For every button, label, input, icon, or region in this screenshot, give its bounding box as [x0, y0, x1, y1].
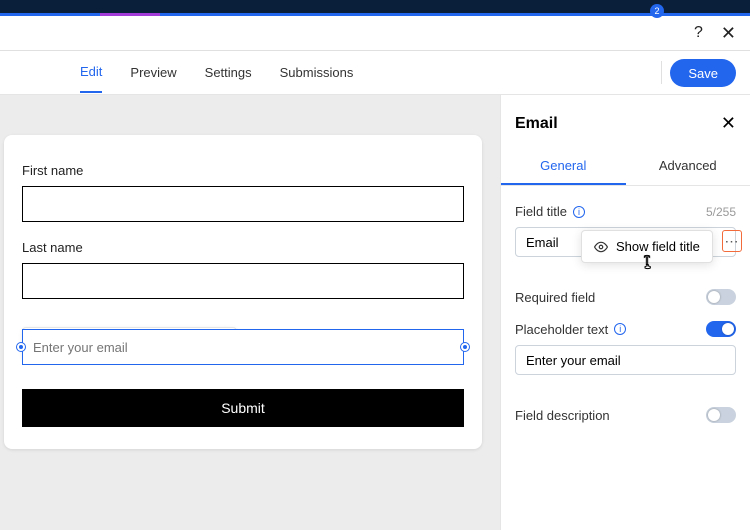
show-field-title-label: Show field title — [616, 239, 700, 254]
email-input[interactable] — [22, 329, 464, 365]
panel-body: Field title i 5/255 Required field Place… — [501, 186, 750, 457]
field-title-counter: 5/255 — [706, 205, 736, 219]
description-label: Field description — [515, 408, 610, 423]
tab-settings[interactable]: Settings — [205, 53, 252, 92]
selection-handle-left[interactable] — [17, 343, 25, 351]
required-toggle[interactable] — [706, 289, 736, 305]
last-name-label: Last name — [22, 240, 464, 255]
form-card: First name Last name ⋮⋮ Settings — [4, 135, 482, 449]
active-tab-indicator — [100, 13, 160, 16]
placeholder-toggle[interactable] — [706, 321, 736, 337]
help-icon[interactable]: ? — [694, 24, 703, 42]
divider — [661, 61, 662, 84]
workspace: First name Last name ⋮⋮ Settings — [0, 95, 750, 530]
submit-button[interactable]: Submit — [22, 389, 464, 427]
first-name-input[interactable] — [22, 186, 464, 222]
selection-handle-right[interactable] — [461, 343, 469, 351]
show-field-title-popover[interactable]: Show field title — [581, 230, 713, 263]
panel-title: Email — [515, 115, 558, 133]
required-field-label: Required field — [515, 290, 595, 305]
field-last-name[interactable]: Last name — [22, 240, 464, 299]
tab-preview[interactable]: Preview — [130, 53, 176, 92]
close-icon[interactable]: ✕ — [721, 23, 736, 44]
tab-submissions[interactable]: Submissions — [280, 53, 354, 92]
field-first-name[interactable]: First name — [22, 163, 464, 222]
placeholder-text-label: Placeholder text i — [515, 322, 626, 337]
panel-tab-general[interactable]: General — [501, 148, 626, 185]
header-bar: ? ✕ — [0, 16, 750, 51]
description-toggle[interactable] — [706, 407, 736, 423]
app-topbar: 2 — [0, 0, 750, 16]
first-name-label: First name — [22, 163, 464, 178]
tab-edit[interactable]: Edit — [80, 52, 102, 93]
eye-icon — [594, 240, 608, 254]
panel-close-icon[interactable]: ✕ — [721, 113, 736, 134]
info-icon[interactable]: i — [573, 206, 585, 218]
field-title-label: Field title i — [515, 204, 585, 219]
info-icon[interactable]: i — [614, 323, 626, 335]
last-name-input[interactable] — [22, 263, 464, 299]
panel-tabs: General Advanced — [501, 148, 750, 186]
notification-badge[interactable]: 2 — [650, 4, 664, 18]
panel-tab-advanced[interactable]: Advanced — [626, 148, 750, 185]
field-email[interactable] — [22, 329, 464, 365]
save-button[interactable]: Save — [670, 59, 736, 87]
properties-panel: Email ✕ General Advanced Field title i 5… — [500, 95, 750, 530]
placeholder-input[interactable] — [515, 345, 736, 375]
mode-tab-bar: Edit Preview Settings Submissions Save — [0, 51, 750, 95]
more-options-button[interactable]: ⋯ — [722, 230, 742, 252]
form-canvas: First name Last name ⋮⋮ Settings — [0, 95, 500, 530]
